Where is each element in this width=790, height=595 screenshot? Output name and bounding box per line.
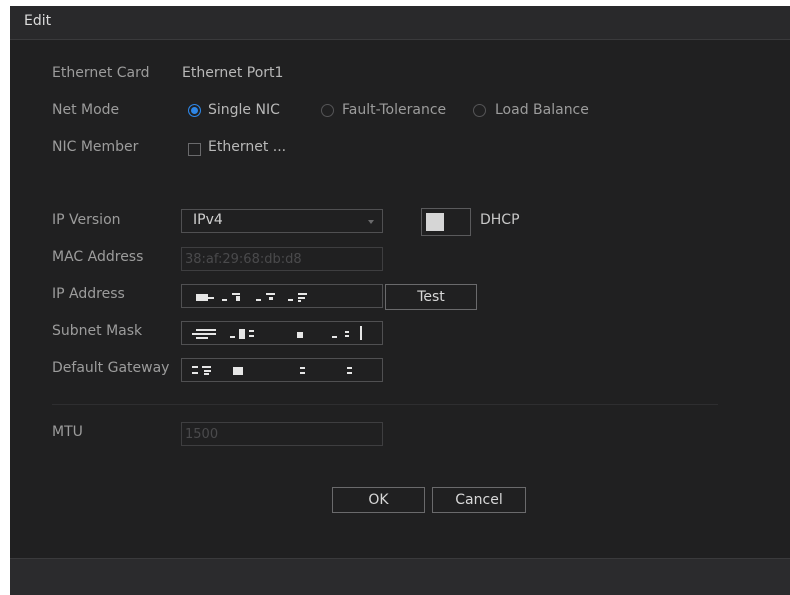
dhcp-label: DHCP — [480, 212, 520, 228]
test-button[interactable]: Test — [385, 284, 477, 310]
mtu-value: 1500 — [185, 427, 219, 442]
cancel-button[interactable]: Cancel — [432, 487, 526, 513]
ip-version-value: IPv4 — [193, 212, 223, 228]
radio-single-nic[interactable] — [188, 104, 201, 117]
net-mode-label: Net Mode — [52, 102, 120, 118]
dialog-footer — [10, 558, 790, 595]
mac-address-value: 38:af:29:68:db:d8 — [185, 252, 302, 267]
ip-version-select[interactable]: IPv4 — [181, 209, 383, 233]
subnet-mask-input[interactable] — [181, 321, 383, 345]
nic-member-label: NIC Member — [52, 139, 139, 155]
ethernet-card-value: Ethernet Port1 — [182, 65, 284, 81]
ip-version-label: IP Version — [52, 212, 121, 228]
subnet-mask-label: Subnet Mask — [52, 323, 143, 339]
nic-member-option-label: Ethernet ... — [208, 139, 287, 155]
dialog-title: Edit — [24, 13, 52, 29]
ip-address-input[interactable] — [181, 284, 383, 308]
ethernet-card-label: Ethernet Card — [52, 65, 150, 81]
radio-fault-tolerance[interactable] — [321, 104, 334, 117]
chevron-down-icon — [368, 220, 374, 224]
mac-address-field: 38:af:29:68:db:d8 — [181, 247, 383, 271]
fault-tolerance-label: Fault-Tolerance — [342, 102, 447, 118]
dhcp-toggle[interactable] — [421, 208, 471, 236]
section-divider — [52, 404, 718, 405]
default-gateway-label: Default Gateway — [52, 360, 170, 376]
toggle-knob — [426, 213, 444, 231]
mtu-field: 1500 — [181, 422, 383, 446]
mac-address-label: MAC Address — [52, 249, 144, 265]
nic-member-checkbox[interactable] — [188, 143, 201, 156]
radio-load-balance[interactable] — [473, 104, 486, 117]
load-balance-label: Load Balance — [495, 102, 589, 118]
dialog-titlebar: Edit — [10, 6, 790, 40]
mtu-label: MTU — [52, 424, 83, 440]
default-gateway-input[interactable] — [181, 358, 383, 382]
edit-dialog: Edit Ethernet Card Ethernet Port1 Net Mo… — [10, 6, 790, 595]
ok-button[interactable]: OK — [332, 487, 425, 513]
single-nic-label: Single NIC — [208, 102, 280, 118]
ip-address-label: IP Address — [52, 286, 125, 302]
